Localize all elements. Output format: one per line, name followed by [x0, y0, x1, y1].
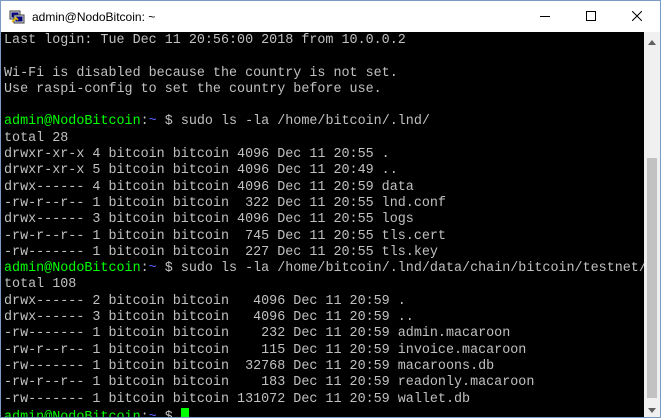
- output-line: Use raspi-config to set the country befo…: [4, 81, 382, 97]
- output-line: drwxr-xr-x 4 bitcoin bitcoin 4096 Dec 11…: [4, 147, 390, 163]
- close-button[interactable]: [614, 1, 660, 32]
- minimize-icon: [540, 8, 550, 26]
- minimize-button[interactable]: [522, 1, 568, 32]
- command-text: sudo ls -la /home/bitcoin/.lnd/data/chai…: [180, 261, 644, 277]
- output-line: -rw-r--r-- 1 bitcoin bitcoin 115 Dec 11 …: [4, 342, 527, 358]
- output-line: -rw------- 1 bitcoin bitcoin 232 Dec 11 …: [4, 326, 511, 342]
- prompt-separator: :: [140, 261, 149, 277]
- prompt-symbol: $: [156, 261, 181, 277]
- scroll-down-icon: [648, 400, 656, 418]
- prompt-separator: :: [140, 114, 149, 130]
- prompt-path: ~: [148, 114, 157, 130]
- output-line: drwx------ 4 bitcoin bitcoin 4096 Dec 11…: [4, 179, 414, 195]
- close-icon: [631, 8, 643, 26]
- output-line: drwx------ 3 bitcoin bitcoin 4096 Dec 11…: [4, 212, 414, 228]
- prompt-line: admin@NodoBitcoin:~ $ sudo ls -la /home/…: [4, 114, 644, 130]
- output-line: drwx------ 3 bitcoin bitcoin 4096 Dec 11…: [4, 310, 414, 326]
- output-line: drwxr-xr-x 5 bitcoin bitcoin 4096 Dec 11…: [4, 163, 398, 179]
- prompt-path: ~: [149, 410, 157, 417]
- output-line: -rw-r--r-- 1 bitcoin bitcoin 745 Dec 11 …: [4, 228, 446, 244]
- prompt-user-host: admin@NodoBitcoin: [4, 410, 141, 417]
- output-line: Wi-Fi is disabled because the country is…: [4, 65, 398, 81]
- output-line: -rw------- 1 bitcoin bitcoin 32768 Dec 1…: [4, 358, 495, 374]
- output-line: total 28: [4, 130, 69, 146]
- putty-icon[interactable]: [9, 9, 25, 25]
- prompt-user-host: admin@NodoBitcoin: [4, 261, 141, 277]
- prompt-user-host: admin@NodoBitcoin: [4, 114, 141, 130]
- output-line: -rw------- 1 bitcoin bitcoin 227 Dec 11 …: [4, 244, 438, 260]
- text-cursor: [180, 407, 189, 417]
- title-bar[interactable]: admin@NodoBitcoin: ~: [1, 1, 660, 32]
- maximize-button[interactable]: [568, 1, 614, 32]
- scroll-down-button[interactable]: [644, 400, 660, 417]
- terminal-lines: Last login: Tue Dec 11 20:56:00 2018 fro…: [4, 33, 644, 417]
- terminal-output[interactable]: Last login: Tue Dec 11 20:56:00 2018 fro…: [1, 32, 644, 417]
- vertical-scrollbar[interactable]: [644, 32, 660, 417]
- output-line: -rw------- 1 bitcoin bitcoin 131072 Dec …: [4, 391, 471, 407]
- scroll-up-button[interactable]: [644, 32, 660, 49]
- prompt-line: admin@NodoBitcoin:~ $ sudo ls -la /home/…: [4, 261, 644, 277]
- prompt-symbol: $: [157, 410, 181, 417]
- output-line: -rw-r--r-- 1 bitcoin bitcoin 322 Dec 11 …: [4, 195, 446, 211]
- output-line: drwx------ 2 bitcoin bitcoin 4096 Dec 11…: [4, 293, 406, 309]
- prompt-path: ~: [148, 261, 157, 277]
- window-controls: [522, 1, 660, 32]
- prompt-separator: :: [141, 410, 149, 417]
- prompt-symbol: $: [156, 114, 181, 130]
- scrollbar-thumb[interactable]: [647, 157, 657, 398]
- prompt-line: admin@NodoBitcoin:~ $: [4, 407, 644, 417]
- scroll-up-icon: [648, 32, 656, 50]
- terminal-window: admin@NodoBitcoin: ~ Last login: Tue Dec…: [0, 0, 661, 418]
- output-line: Last login: Tue Dec 11 20:56:00 2018 fro…: [4, 33, 406, 48]
- maximize-icon: [586, 8, 596, 26]
- command-text: sudo ls -la /home/bitcoin/.lnd/: [180, 114, 430, 130]
- output-line: total 108: [4, 277, 77, 293]
- output-line: -rw-r--r-- 1 bitcoin bitcoin 183 Dec 11 …: [4, 375, 535, 391]
- window-title: admin@NodoBitcoin: ~: [32, 9, 156, 24]
